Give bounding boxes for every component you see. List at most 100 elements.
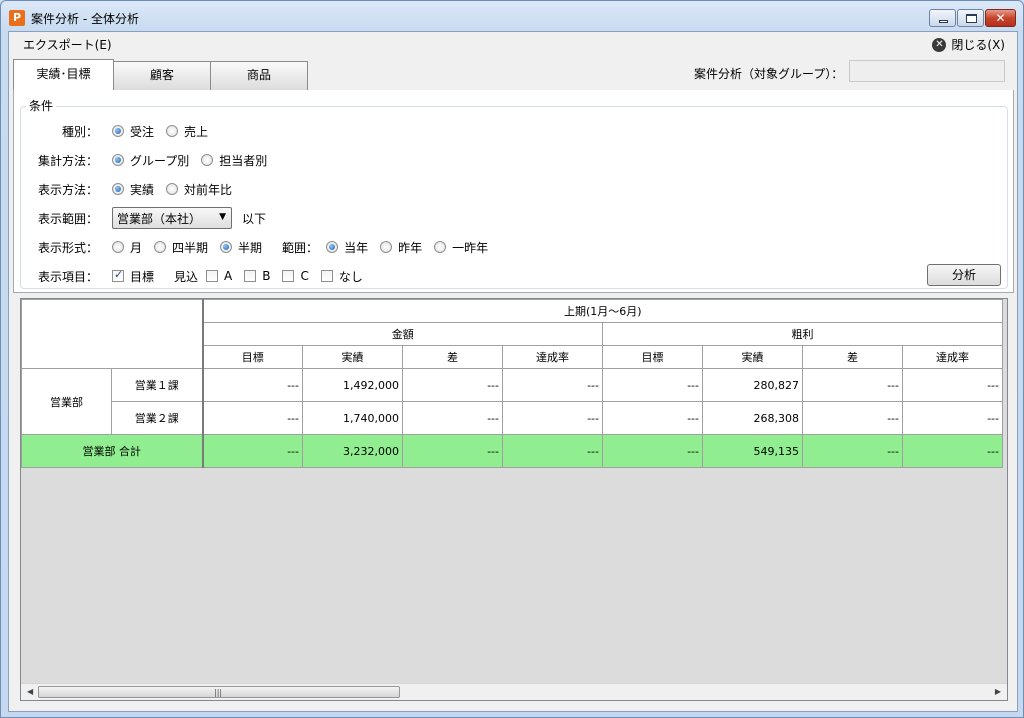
value-cell: --- bbox=[802, 401, 903, 435]
value-cell: --- bbox=[802, 368, 903, 402]
value-cell: --- bbox=[202, 368, 303, 402]
menu-bar: エクスポート(E) ✕ 閉じる(X) bbox=[9, 32, 1017, 56]
radio-actual-label: 実績 bbox=[130, 182, 155, 197]
radio-actual[interactable] bbox=[112, 183, 124, 195]
radio-month[interactable] bbox=[112, 241, 124, 253]
results-grid[interactable]: 上期(1月～6月) 金額 粗利 目標 実績 差 達成率 目標 実績 差 達成率 bbox=[20, 298, 1008, 701]
value-cell: 268,308 bbox=[702, 401, 803, 435]
display-range-select[interactable]: 営業部（本社） ▼ bbox=[112, 207, 232, 229]
value-cell: --- bbox=[502, 368, 603, 402]
title-bar[interactable]: P 案件分析 - 全体分析 ✕ bbox=[1, 1, 1023, 31]
tab-customer[interactable]: 顧客 bbox=[113, 61, 211, 90]
tab-strip: 実績･目標 顧客 商品 bbox=[13, 59, 308, 90]
radio-by-group-label: グループ別 bbox=[130, 153, 190, 168]
col-header: 差 bbox=[802, 345, 903, 369]
checkbox-b[interactable] bbox=[244, 270, 257, 282]
conditions-panel: 条件 種別： 受注 売上 集計方法： グループ別 担当者別 表示方法： 実績 対… bbox=[13, 90, 1014, 293]
radio-last-year[interactable] bbox=[380, 241, 393, 253]
conditions-legend: 条件 bbox=[26, 97, 57, 114]
radio-two-years-ago[interactable] bbox=[434, 241, 447, 253]
table-row[interactable]: 営業部 営業１課 --- 1,492,000 --- --- --- 280,8… bbox=[21, 368, 1003, 435]
checkbox-a[interactable] bbox=[206, 270, 219, 282]
display-range-value: 営業部（本社） bbox=[117, 211, 202, 226]
radio-sales[interactable] bbox=[166, 125, 179, 137]
gross-profit-header: 粗利 bbox=[602, 322, 1003, 346]
value-cell: --- bbox=[602, 368, 703, 402]
radio-quarter[interactable] bbox=[154, 241, 167, 253]
section-cell: 営業２課 bbox=[111, 401, 204, 435]
display-range-label: 表示範囲： bbox=[37, 211, 98, 226]
window-controls: ✕ bbox=[928, 9, 1016, 27]
minimize-icon bbox=[939, 20, 948, 23]
checkbox-target[interactable] bbox=[112, 268, 124, 282]
scroll-right-arrow-icon[interactable]: ▶ bbox=[995, 687, 1001, 696]
app-window: P 案件分析 - 全体分析 ✕ エクスポート(E) ✕ 閉じる(X) 実績･目標… bbox=[0, 0, 1024, 718]
target-group-field[interactable] bbox=[849, 60, 1005, 82]
radio-two-years-ago-label: 一昨年 bbox=[452, 240, 489, 255]
results-table: 上期(1月～6月) 金額 粗利 目標 実績 差 達成率 目標 実績 差 達成率 bbox=[21, 299, 1003, 468]
checkbox-none[interactable] bbox=[320, 270, 333, 282]
aggregation-label: 集計方法： bbox=[37, 153, 98, 168]
display-method-label: 表示方法： bbox=[37, 182, 98, 197]
minimize-button[interactable] bbox=[929, 9, 956, 27]
total-value-cell: --- bbox=[802, 434, 903, 468]
radio-by-person-label: 担当者別 bbox=[219, 153, 268, 168]
analyze-button[interactable]: 分析 bbox=[927, 264, 1001, 286]
period-header: 上期(1月～6月) bbox=[202, 299, 1003, 323]
horizontal-scrollbar[interactable]: ◀ ||| ▶ bbox=[21, 683, 1007, 700]
value-cell: --- bbox=[402, 368, 503, 402]
radio-order[interactable] bbox=[112, 125, 124, 137]
range-label: 範囲： bbox=[282, 240, 319, 255]
display-range-suffix: 以下 bbox=[242, 211, 267, 226]
radio-half-label: 半期 bbox=[238, 240, 263, 255]
checkbox-none-label: なし bbox=[338, 269, 363, 284]
amount-header: 金額 bbox=[202, 322, 603, 346]
value-cell: --- bbox=[902, 368, 1003, 402]
radio-yoy-label: 対前年比 bbox=[184, 182, 233, 197]
table-row[interactable]: 営業２課 --- 1,740,000 --- --- --- 268,308 -… bbox=[22, 401, 1003, 435]
close-link[interactable]: ✕ 閉じる(X) bbox=[932, 36, 1005, 53]
radio-order-label: 受注 bbox=[130, 124, 155, 139]
display-method-row: 表示方法： 実績 対前年比 bbox=[14, 180, 236, 198]
radio-half[interactable] bbox=[220, 241, 233, 253]
window-title: 案件分析 - 全体分析 bbox=[31, 12, 139, 26]
grip-icon: ||| bbox=[214, 688, 223, 697]
menu-export[interactable]: エクスポート(E) bbox=[23, 36, 112, 53]
value-cell: --- bbox=[202, 401, 303, 435]
radio-this-year-label: 当年 bbox=[344, 240, 369, 255]
tab-results-target[interactable]: 実績･目標 bbox=[13, 59, 114, 90]
total-value-cell: 3,232,000 bbox=[302, 434, 403, 468]
tab-product[interactable]: 商品 bbox=[210, 61, 308, 90]
radio-by-group[interactable] bbox=[112, 154, 124, 166]
checkbox-c[interactable] bbox=[282, 270, 295, 282]
maximize-button[interactable] bbox=[957, 9, 984, 27]
total-row[interactable]: 営業部 合計 --- 3,232,000 --- --- --- 549,135… bbox=[21, 434, 1003, 468]
department-cell: 営業部 bbox=[21, 368, 112, 435]
value-cell: 280,827 bbox=[702, 368, 803, 402]
app-icon: P bbox=[9, 10, 25, 26]
value-cell: --- bbox=[502, 401, 603, 435]
total-value-cell: --- bbox=[502, 434, 603, 468]
display-items-row: 表示項目： 目標 見込 A B C なし bbox=[14, 267, 367, 285]
checkbox-c-label: C bbox=[300, 269, 309, 283]
scroll-left-arrow-icon[interactable]: ◀ bbox=[27, 687, 33, 696]
target-group-label: 案件分析（対象グループ）： bbox=[694, 67, 844, 81]
col-header: 達成率 bbox=[502, 345, 603, 369]
radio-this-year[interactable] bbox=[326, 241, 339, 253]
radio-yoy[interactable] bbox=[166, 183, 179, 195]
value-cell: 1,740,000 bbox=[302, 401, 403, 435]
radio-sales-label: 売上 bbox=[184, 124, 209, 139]
maximize-icon bbox=[966, 14, 977, 23]
radio-by-person[interactable] bbox=[201, 154, 214, 166]
close-circle-icon: ✕ bbox=[932, 37, 947, 52]
checkbox-a-label: A bbox=[224, 269, 233, 283]
total-value-cell: --- bbox=[202, 434, 303, 468]
scroll-thumb[interactable]: ||| bbox=[38, 686, 400, 698]
value-cell: 1,492,000 bbox=[302, 368, 403, 402]
window-close-button[interactable]: ✕ bbox=[985, 9, 1016, 27]
col-header: 目標 bbox=[202, 345, 303, 369]
checkbox-target-label: 目標 bbox=[130, 269, 155, 284]
checkbox-b-label: B bbox=[262, 269, 271, 283]
display-range-row: 表示範囲： 営業部（本社） ▼ 以下 bbox=[14, 206, 266, 230]
display-format-label: 表示形式： bbox=[37, 240, 98, 255]
